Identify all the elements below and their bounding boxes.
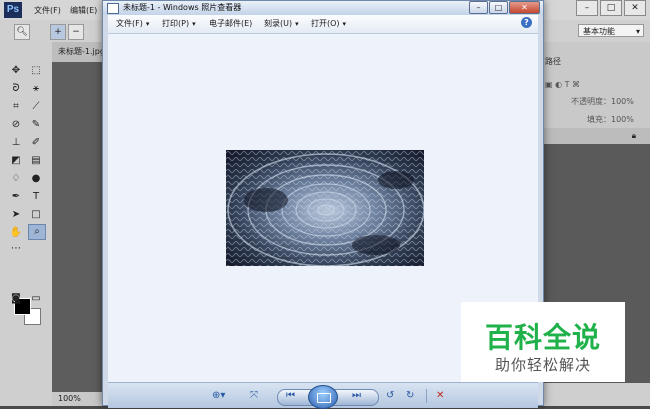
watermark-logo: 百科全说 助你轻松解决 (461, 302, 625, 382)
viewer-menu-print[interactable]: 打印(P) ▾ (162, 18, 196, 29)
watermark-subtitle: 助你轻松解决 (494, 356, 591, 374)
water-ripple-photo (226, 150, 424, 266)
healing-brush-tool-icon[interactable]: ⊘ (8, 118, 24, 132)
slideshow-icon[interactable] (308, 385, 338, 409)
layer-filter-icons[interactable]: ▣ ◐ T ⌘ (545, 80, 580, 89)
eyedropper-tool-icon[interactable]: ⟋ (28, 100, 44, 114)
delete-icon[interactable]: ✕ (436, 390, 444, 402)
ps-close-button[interactable]: ✕ (624, 0, 646, 16)
watermark-title: 百科全说 (484, 321, 601, 354)
shape-tool-icon[interactable]: □ (28, 208, 44, 222)
gradient-tool-icon[interactable]: ▤ (28, 154, 44, 168)
rotate-left-icon[interactable]: ↺ (386, 390, 394, 402)
viewer-window-controls: – □ ✕ (469, 1, 540, 14)
zoom-out-icon[interactable]: − (68, 24, 84, 40)
pen-tool-icon[interactable]: ✒ (8, 190, 24, 204)
viewer-menu-file[interactable]: 文件(F) ▾ (116, 18, 149, 29)
opacity-field[interactable]: 不透明度：100% (571, 96, 634, 107)
fill-field[interactable]: 填充：100% (587, 114, 634, 125)
viewer-toolbar: ⊕▾ ⤧ ⏮ ⏭ ↺ ↻ ✕ (108, 382, 538, 409)
ps-menu-edit[interactable]: 编辑(E) (70, 5, 97, 16)
lock-icon: 🔒︎ (631, 131, 636, 140)
ps-document-tab[interactable]: 未标题-1.jpg (52, 42, 108, 62)
ps-maximize-button[interactable]: □ (600, 0, 622, 16)
more-tools-icon[interactable]: ⋯ (8, 242, 24, 256)
rotate-right-icon[interactable]: ↻ (406, 390, 414, 402)
quick-mask-icon[interactable]: ◙ (8, 292, 24, 306)
magic-wand-tool-icon[interactable]: ⚹ (28, 82, 44, 96)
actual-size-icon[interactable]: ⤧ (250, 390, 258, 402)
layer-row[interactable]: 🔒︎ (541, 128, 650, 144)
type-tool-icon[interactable]: T (28, 190, 44, 204)
previous-icon[interactable]: ⏮ (286, 390, 295, 402)
stamp-tool-icon[interactable]: ⊥ (8, 136, 24, 150)
layers-panel-footer (541, 383, 650, 406)
viewer-close-button[interactable]: ✕ (509, 1, 540, 14)
viewer-menubar: 文件(F) ▾ 打印(P) ▾ 电子邮件(E) 刻录(U) ▾ 打开(O) ▾ ? (108, 15, 538, 34)
zoom-icon[interactable]: 🔍︎ (14, 24, 30, 40)
ps-toolbox: ✥ ⬚ ᘐ ⚹ ⌗ ⟋ ⊘ ✎ ⊥ ✐ ◩ ▤ ♢ ● ✒ T ➤ □ ✋ ⌕ … (0, 42, 53, 406)
ps-window-controls: – □ ✕ (576, 0, 646, 16)
path-select-tool-icon[interactable]: ➤ (8, 208, 24, 222)
viewer-window-title: 未标题-1 - Windows 照片查看器 (123, 3, 242, 12)
lasso-tool-icon[interactable]: ᘐ (8, 82, 24, 96)
toolbar-separator (426, 389, 427, 403)
eraser-tool-icon[interactable]: ◩ (8, 154, 24, 168)
viewer-menu-burn[interactable]: 刻录(U) ▾ (264, 18, 299, 29)
crop-tool-icon[interactable]: ⌗ (8, 100, 24, 114)
viewer-titlebar: 未标题-1 - Windows 照片查看器 – □ ✕ (103, 1, 543, 15)
brush-tool-icon[interactable]: ✎ (28, 118, 44, 132)
zoom-tool-icon[interactable]: ⌕ (28, 224, 46, 240)
ps-zoom-status: 100% (52, 392, 108, 406)
screen-mode-icon[interactable]: ▭ (28, 292, 44, 306)
ps-menu-file[interactable]: 文件(F) (34, 5, 61, 16)
viewer-minimize-button[interactable]: – (469, 1, 488, 14)
marquee-tool-icon[interactable]: ⬚ (28, 64, 44, 78)
next-icon[interactable]: ⏭ (352, 390, 361, 402)
help-icon[interactable]: ? (521, 17, 532, 28)
ps-minimize-button[interactable]: – (576, 0, 598, 16)
dodge-tool-icon[interactable]: ● (28, 172, 44, 186)
photo-viewer-app-icon (107, 3, 119, 14)
photoshop-logo: Ps (4, 2, 22, 18)
viewer-menu-email[interactable]: 电子邮件(E) (209, 18, 252, 29)
viewer-menu-open[interactable]: 打开(O) ▾ (311, 18, 346, 29)
viewer-maximize-button[interactable]: □ (489, 1, 508, 14)
blur-tool-icon[interactable]: ♢ (8, 172, 24, 186)
paths-panel-tab[interactable]: 路径 (545, 56, 561, 67)
zoom-in-icon[interactable]: + (50, 24, 66, 40)
history-brush-tool-icon[interactable]: ✐ (28, 136, 44, 150)
move-tool-icon[interactable]: ✥ (8, 64, 24, 78)
zoom-icon[interactable]: ⊕▾ (212, 390, 225, 402)
ps-canvas-area (52, 62, 108, 392)
workspace-select[interactable]: 基本功能 (578, 24, 644, 38)
hand-tool-icon[interactable]: ✋ (8, 226, 24, 240)
